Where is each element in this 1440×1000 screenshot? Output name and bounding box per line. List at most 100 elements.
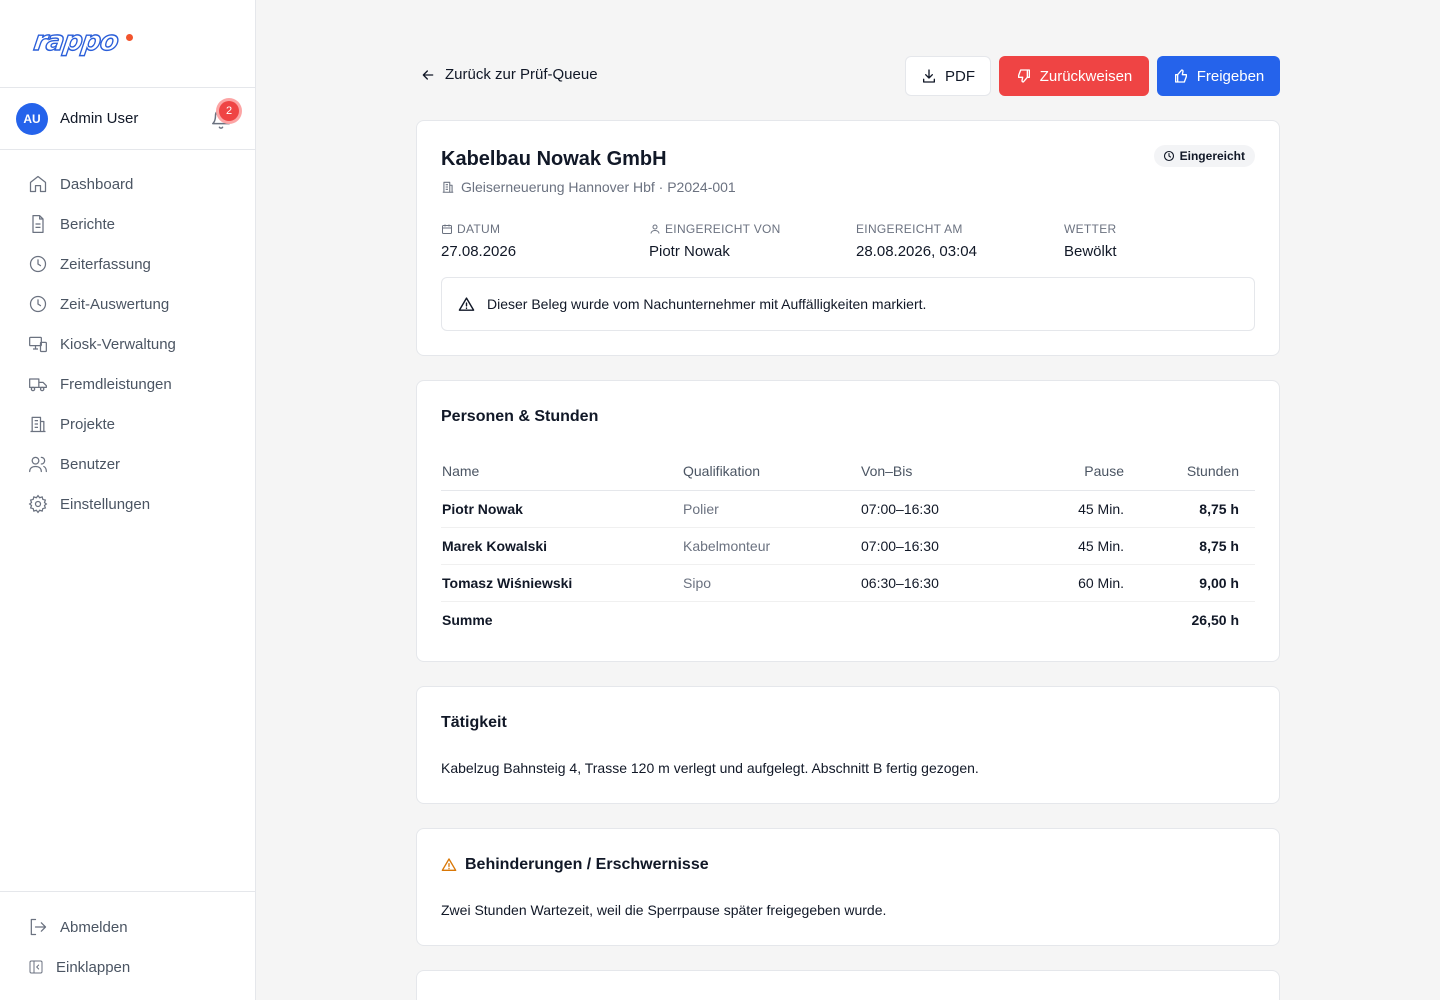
warning-icon xyxy=(458,296,475,311)
table-header-row: Name Qualifikation Von–Bis Pause Stunden xyxy=(441,453,1255,491)
cell-pause: 45 Min. xyxy=(1020,490,1140,528)
clock-icon xyxy=(29,295,47,313)
meta-label: EINGEREICHT VON xyxy=(649,222,849,236)
user-name: Admin User xyxy=(60,110,139,127)
section-title: Tätigkeit xyxy=(441,714,507,731)
project-line: Gleiserneuerung Hannover Hbf · P2024-001 xyxy=(441,179,736,195)
nav-item-zeit-auswertung[interactable]: Zeit-Auswertung xyxy=(0,284,255,324)
home-icon xyxy=(29,175,47,193)
nav-item-projekte[interactable]: Projekte xyxy=(0,404,255,444)
avatar[interactable]: AU xyxy=(16,103,48,135)
alert-text: Dieser Beleg wurde vom Nachunternehmer m… xyxy=(487,296,927,312)
persons-table: Name Qualifikation Von–Bis Pause Stunden… xyxy=(441,453,1255,638)
logout-button[interactable]: Abmelden xyxy=(0,907,255,947)
obstructions-text: Zwei Stunden Wartezeit, weil die Sperrpa… xyxy=(441,902,887,918)
nav-label: Zeiterfassung xyxy=(60,255,151,273)
nav-label: Kiosk-Verwaltung xyxy=(60,335,176,353)
meta-label: EINGEREICHT AM xyxy=(856,222,1056,236)
meta-value: 27.08.2026 xyxy=(441,243,517,260)
reject-button[interactable]: Zurückweisen xyxy=(999,56,1149,96)
users-icon xyxy=(29,456,47,473)
clock-icon xyxy=(1163,150,1174,162)
main-nav: Dashboard Berichte Zeiterfassung Zeit-Au… xyxy=(0,164,255,524)
back-to-queue-link[interactable]: Zurück zur Prüf-Queue xyxy=(420,66,598,83)
nav-item-benutzer[interactable]: Benutzer xyxy=(0,444,255,484)
cell-hours: 9,00 h xyxy=(1140,564,1255,602)
cell-qualification: Polier xyxy=(682,490,860,528)
nav-label: Fremdleistungen xyxy=(60,375,172,393)
company-name: Kabelbau Nowak GmbH xyxy=(441,148,667,170)
anomaly-alert: Dieser Beleg wurde vom Nachunternehmer m… xyxy=(441,277,1255,331)
calendar-icon xyxy=(442,224,452,234)
nav-label: Einstellungen xyxy=(60,495,151,513)
meta-label-text: EINGEREICHT VON xyxy=(665,222,781,236)
pdf-button[interactable]: PDF xyxy=(905,56,991,96)
nav-item-fremdleistungen[interactable]: Fremdleistungen xyxy=(0,364,255,404)
obstructions-title: Behinderungen / Erschwernisse xyxy=(465,856,709,873)
next-card xyxy=(416,970,1280,1000)
collapse-icon xyxy=(29,960,43,974)
cell-name: Marek Kowalski xyxy=(441,527,682,565)
nav-item-berichte[interactable]: Berichte xyxy=(0,204,255,244)
meta-label: DATUM xyxy=(441,222,641,236)
sidebar-footer: Abmelden Einklappen xyxy=(0,891,255,987)
table-row: Marek Kowalski Kabelmonteur 07:00–16:30 … xyxy=(441,527,1255,565)
sum-value: 26,50 h xyxy=(1191,611,1239,628)
file-icon xyxy=(32,215,44,233)
brand-logo[interactable]: rappo xyxy=(31,25,121,57)
table-row: Piotr Nowak Polier 07:00–16:30 45 Min. 8… xyxy=(441,490,1255,528)
approve-button[interactable]: Freigeben xyxy=(1157,56,1280,96)
arrow-left-icon xyxy=(422,69,434,80)
logo-area: rappo xyxy=(0,0,255,88)
nav-item-kiosk-verwaltung[interactable]: Kiosk-Verwaltung xyxy=(0,324,255,364)
meta-value: Bewölkt xyxy=(1064,243,1117,260)
empty-cell xyxy=(682,601,860,638)
status-label: Eingereicht xyxy=(1179,149,1245,163)
meta-label-text: DATUM xyxy=(457,222,501,236)
meta-label-text: WETTER xyxy=(1064,222,1117,236)
collapse-label: Einklappen xyxy=(56,958,131,976)
nav-item-dashboard[interactable]: Dashboard xyxy=(0,164,255,204)
cell-pause: 45 Min. xyxy=(1020,527,1140,565)
meta-weather: WETTER Bewölkt xyxy=(1064,222,1264,260)
nav-item-zeiterfassung[interactable]: Zeiterfassung xyxy=(0,244,255,284)
cell-qualification: Kabelmonteur xyxy=(682,527,860,565)
reject-label: Zurückweisen xyxy=(1039,67,1133,85)
meta-submitted-at: EINGEREICHT AM 28.08.2026, 03:04 xyxy=(856,222,1056,260)
report-header-card: Kabelbau Nowak GmbH Gleiserneuerung Hann… xyxy=(416,120,1280,356)
collapse-button[interactable]: Einklappen xyxy=(0,947,255,987)
column-header[interactable]: Qualifikation xyxy=(682,453,860,491)
sidebar: rappo AU Admin User 2 Dashboard Berichte… xyxy=(0,0,256,1000)
column-header[interactable]: Von–Bis xyxy=(860,453,1020,491)
meta-submitted-by: EINGEREICHT VON Piotr Nowak xyxy=(649,222,849,260)
thumbs-up-icon xyxy=(1174,69,1187,83)
nav-label: Zeit-Auswertung xyxy=(60,295,170,313)
activity-card: Tätigkeit Kabelzug Bahnsteig 4, Trasse 1… xyxy=(416,686,1280,804)
approve-label: Freigeben xyxy=(1196,67,1265,85)
meta-value: Piotr Nowak xyxy=(649,243,730,260)
pdf-label: PDF xyxy=(945,67,975,85)
cell-name: Tomasz Wiśniewski xyxy=(441,564,682,602)
cell-time: 06:30–16:30 xyxy=(860,564,1020,602)
thumbs-down-icon xyxy=(1017,69,1030,83)
nav-item-einstellungen[interactable]: Einstellungen xyxy=(0,484,255,524)
cell-pause: 60 Min. xyxy=(1020,564,1140,602)
cell-hours: 8,75 h xyxy=(1140,527,1255,565)
cell-qualification: Sipo xyxy=(682,564,860,602)
column-header[interactable]: Name xyxy=(441,453,682,491)
table-row: Tomasz Wiśniewski Sipo 06:30–16:30 60 Mi… xyxy=(441,564,1255,602)
column-header[interactable]: Stunden xyxy=(1140,453,1255,491)
meta-datum: DATUM 27.08.2026 xyxy=(441,222,641,260)
obstructions-card: Behinderungen / Erschwernisse Zwei Stund… xyxy=(416,828,1280,946)
empty-cell xyxy=(1020,601,1140,638)
nav-label: Projekte xyxy=(60,415,116,433)
building-icon xyxy=(30,416,46,433)
download-icon xyxy=(923,69,935,83)
meta-label-text: EINGEREICHT AM xyxy=(856,222,963,236)
logout-icon xyxy=(30,918,47,936)
kiosk-icon xyxy=(29,336,47,353)
section-title: Behinderungen / Erschwernisse xyxy=(441,856,709,874)
cell-hours: 8,75 h xyxy=(1140,490,1255,528)
cell-time: 07:00–16:30 xyxy=(860,527,1020,565)
column-header[interactable]: Pause xyxy=(1020,453,1140,491)
